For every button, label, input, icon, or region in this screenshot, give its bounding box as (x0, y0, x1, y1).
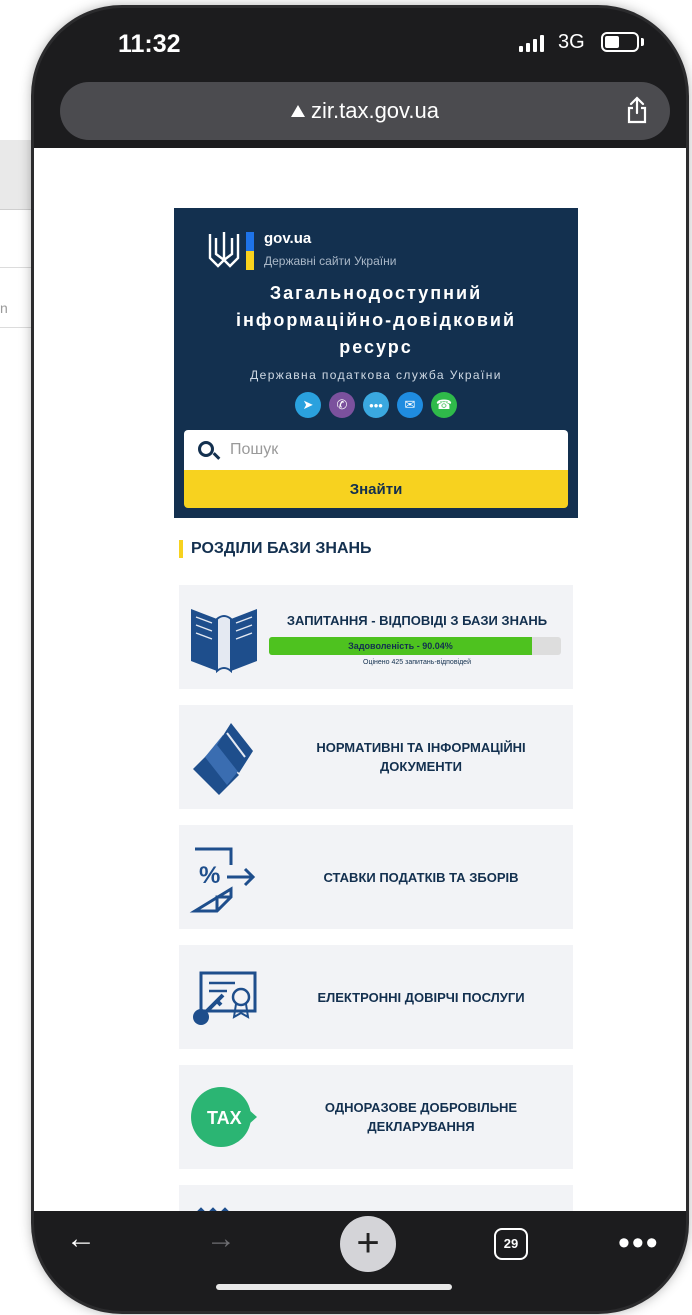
network-type: 3G (558, 31, 585, 53)
gov-ua-subtitle: Державні сайти України (264, 254, 397, 268)
card-label: СТАВКИ ПОДАТКІВ ТА ЗБОРІВ (323, 869, 519, 885)
search-button[interactable]: Знайти (184, 470, 568, 508)
card-rates[interactable]: % СТАВКИ ПОДАТКІВ ТА ЗБОРІВ (179, 825, 573, 929)
status-bar: 11:32 3G (34, 8, 686, 78)
mail-icon[interactable]: ✉ (397, 392, 423, 418)
open-book-icon (191, 609, 257, 674)
chat-icon[interactable]: ••• (363, 392, 389, 418)
certificate-key-icon (193, 971, 257, 1025)
signal-strength-icon (519, 34, 544, 52)
site-title-line: ресурс (339, 337, 413, 357)
more-menu-icon[interactable]: ••• (618, 1224, 660, 1263)
agency-name: Державна податкова служба України (250, 368, 502, 382)
section-heading: РОЗДІЛИ БАЗИ ЗНАНЬ (179, 540, 372, 558)
site-title-line: інформаційно-довідковий (235, 310, 517, 330)
phone-frame: 11:32 3G zir.tax.gov.ua gov.ua Державні … (34, 8, 686, 1311)
gov-ua-brand[interactable]: gov.ua (264, 230, 311, 247)
documents-icon (193, 723, 253, 795)
web-content: gov.ua Державні сайти України Загальнодо… (34, 148, 686, 1211)
social-links: ➤ ✆ ••• ✉ ☎ (174, 392, 578, 418)
card-trust[interactable]: ЕЛЕКТРОННІ ДОВІРЧІ ПОСЛУГИ (179, 945, 573, 1049)
search-icon (198, 441, 214, 457)
share-icon[interactable] (626, 96, 648, 124)
search-box (184, 430, 568, 470)
svg-text:%: % (199, 862, 220, 889)
background-text-fragment: n (0, 300, 8, 316)
back-arrow-icon[interactable]: ← (66, 1222, 96, 1256)
battery-icon (601, 32, 639, 52)
address-bar[interactable]: zir.tax.gov.ua (60, 82, 670, 140)
qa-card-title: ЗАПИТАННЯ - ВІДПОВІДІ З БАЗИ ЗНАНЬ (286, 613, 548, 628)
tax-badge: TAX (207, 1108, 242, 1128)
browser-toolbar: ← → + 29 ••• (34, 1204, 686, 1311)
site-title: Загальнодоступний інформаційно-довідкови… (174, 280, 578, 361)
new-tab-plus-icon[interactable]: + (340, 1216, 396, 1272)
card-docs[interactable]: НОРМАТИВНІ ТА ІНФОРМАЦІЙНІ ДОКУМЕНТИ (179, 705, 573, 809)
forward-arrow-icon[interactable]: → (206, 1222, 236, 1256)
tabs-count-button[interactable]: 29 (494, 1228, 528, 1260)
card-label: ЕЛЕКТРОННІ ДОВІРЧІ ПОСЛУГИ (317, 989, 525, 1005)
secure-lock-icon (291, 105, 305, 117)
satisfaction-bar-fill: Задоволеність - 90.04% (269, 637, 532, 655)
satisfaction-bar: Задоволеність - 90.04% (269, 637, 561, 655)
viber-icon[interactable]: ✆ (329, 392, 355, 418)
battery-tip (641, 38, 644, 46)
trident-icon (208, 232, 240, 268)
site-title-line: Загальнодоступний (269, 283, 483, 303)
tax-arrow-icon: TAX (191, 1087, 257, 1147)
qa-rated-count: Оцінено 425 запитань-відповідей (363, 659, 471, 666)
address-url-row: zir.tax.gov.ua (60, 98, 670, 124)
card-label: НОРМАТИВНІ ТА ІНФОРМАЦІЙНІ ДОКУМЕНТИ (316, 740, 526, 774)
telegram-icon[interactable]: ➤ (295, 392, 321, 418)
phone-icon[interactable]: ☎ (431, 392, 457, 418)
search-input[interactable] (230, 438, 550, 462)
address-url: zir.tax.gov.ua (311, 98, 439, 123)
ukraine-flag-icon (246, 232, 254, 270)
card-label: ОДНОРАЗОВЕ ДОБРОВІЛЬНЕ ДЕКЛАРУВАННЯ (324, 1100, 518, 1134)
hero-banner: gov.ua Державні сайти України Загальнодо… (174, 208, 578, 518)
status-time: 11:32 (118, 30, 181, 58)
home-indicator (216, 1284, 452, 1290)
percent-document-icon: % (189, 847, 256, 913)
card-declaration[interactable]: TAX ОДНОРАЗОВЕ ДОБРОВІЛЬНЕ ДЕКЛАРУВАННЯ (179, 1065, 573, 1169)
card-qa[interactable]: ЗАПИТАННЯ - ВІДПОВІДІ З БАЗИ ЗНАНЬ Задов… (179, 585, 573, 689)
